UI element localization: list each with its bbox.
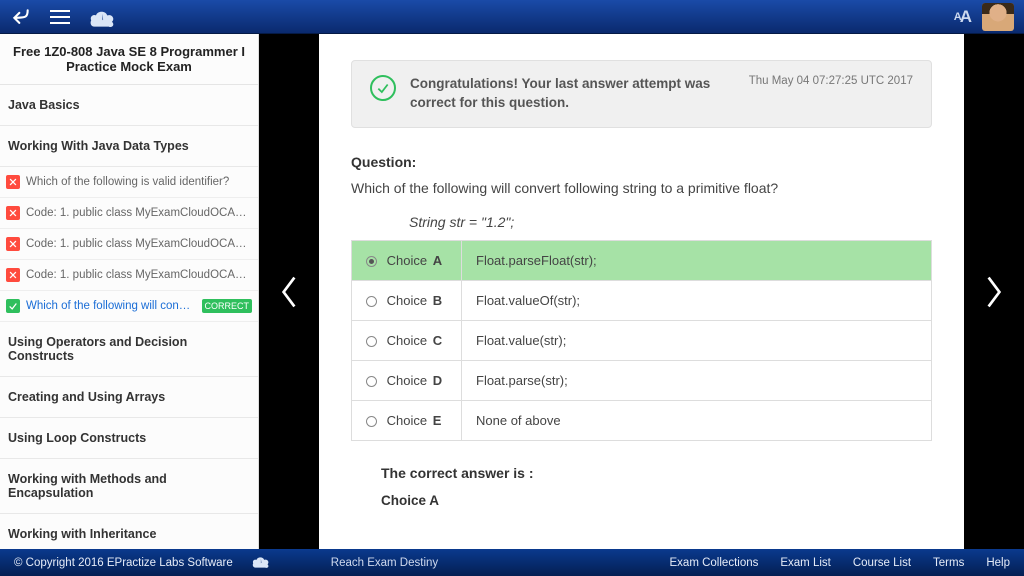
sidebar-question-item[interactable]: Code: 1. public class MyExamCloudOCAJP8 … xyxy=(0,229,258,260)
prev-arrow[interactable] xyxy=(259,34,319,549)
back-icon[interactable] xyxy=(10,7,32,27)
check-icon xyxy=(6,299,20,313)
footer-slogan: Reach Exam Destiny xyxy=(331,557,438,569)
choice-row[interactable]: Choice DFloat.parse(str); xyxy=(352,360,932,400)
exam-title: Free 1Z0-808 Java SE 8 Programmer I Prac… xyxy=(0,34,258,85)
content-panel[interactable]: Congratulations! Your last answer attemp… xyxy=(319,34,964,549)
choice-label-cell: Choice A xyxy=(352,240,462,280)
x-icon xyxy=(6,206,20,220)
content-stage: Congratulations! Your last answer attemp… xyxy=(259,34,1024,549)
choice-text-cell: Float.valueOf(str); xyxy=(462,280,932,320)
choice-label-cell: Choice D xyxy=(352,360,462,400)
footer-link[interactable]: Exam List xyxy=(780,557,831,569)
question-label: Question: xyxy=(351,154,932,170)
radio-icon[interactable] xyxy=(366,296,377,307)
choice-label-cell: Choice C xyxy=(352,320,462,360)
result-message: Congratulations! Your last answer attemp… xyxy=(410,75,735,113)
footer-link[interactable]: Terms xyxy=(933,557,964,569)
correct-badge: CORRECT xyxy=(202,299,253,313)
choice-text-cell: Float.value(str); xyxy=(462,320,932,360)
footer-logo-icon xyxy=(251,552,273,573)
font-size-icon[interactable]: AA xyxy=(954,7,970,27)
footer-left: © Copyright 2016 EPractize Labs Software… xyxy=(14,552,438,573)
choice-text-cell: Float.parseFloat(str); xyxy=(462,240,932,280)
x-icon xyxy=(6,268,20,282)
topbar: AA xyxy=(0,0,1024,34)
result-banner: Congratulations! Your last answer attemp… xyxy=(351,60,932,128)
sidebar-topic[interactable]: Using Operators and Decision Constructs xyxy=(0,322,258,377)
footer-link[interactable]: Exam Collections xyxy=(670,557,759,569)
radio-icon[interactable] xyxy=(366,336,377,347)
choice-text-cell: Float.parse(str); xyxy=(462,360,932,400)
choice-text-cell: None of above xyxy=(462,400,932,440)
topbar-right: AA xyxy=(954,3,1014,31)
sidebar-question-item[interactable]: Which of the following will convert foll… xyxy=(0,291,258,322)
brand-logo-icon[interactable] xyxy=(88,4,120,30)
x-icon xyxy=(6,237,20,251)
next-arrow[interactable] xyxy=(964,34,1024,549)
main-area: Free 1Z0-808 Java SE 8 Programmer I Prac… xyxy=(0,34,1024,549)
check-circle-icon xyxy=(370,75,396,101)
x-icon xyxy=(6,175,20,189)
footer-link[interactable]: Help xyxy=(986,557,1010,569)
sidebar-topic[interactable]: Working with Inheritance xyxy=(0,514,258,549)
footer-links: Exam Collections Exam List Course List Term… xyxy=(670,557,1010,569)
radio-icon[interactable] xyxy=(366,416,377,427)
answer-label: The correct answer is : xyxy=(381,465,932,481)
topbar-left xyxy=(10,4,120,30)
sidebar-question-text: Code: 1. public class MyExamCloudOCAJP8 … xyxy=(26,207,252,219)
sidebar-topic[interactable]: Working with Methods and Encapsulation xyxy=(0,459,258,514)
sidebar[interactable]: Free 1Z0-808 Java SE 8 Programmer I Prac… xyxy=(0,34,259,549)
choice-table: Choice AFloat.parseFloat(str); Choice BF… xyxy=(351,240,932,441)
answer-value: Choice A xyxy=(381,493,932,508)
choice-label-cell: Choice E xyxy=(352,400,462,440)
radio-icon[interactable] xyxy=(366,376,377,387)
choice-row[interactable]: Choice ENone of above xyxy=(352,400,932,440)
footer-copyright: © Copyright 2016 EPractize Labs Software xyxy=(14,557,233,569)
avatar[interactable] xyxy=(982,3,1014,31)
question-text: Which of the following will convert foll… xyxy=(351,180,932,196)
choice-row[interactable]: Choice AFloat.parseFloat(str); xyxy=(352,240,932,280)
footer-link[interactable]: Course List xyxy=(853,557,911,569)
question-code: String str = "1.2"; xyxy=(409,214,932,230)
radio-icon[interactable] xyxy=(366,256,377,267)
sidebar-question-item[interactable]: Which of the following is valid identifi… xyxy=(0,167,258,198)
sidebar-question-text: Which of the following will convert foll… xyxy=(26,300,196,312)
result-timestamp: Thu May 04 07:27:25 UTC 2017 xyxy=(749,75,913,87)
sidebar-question-text: Code: 1. public class MyExamCloudOCAJP8 … xyxy=(26,238,252,250)
sidebar-question-item[interactable]: Code: 1. public class MyExamCloudOCAJP8 … xyxy=(0,198,258,229)
sidebar-topic[interactable]: Java Basics xyxy=(0,85,258,126)
footer: © Copyright 2016 EPractize Labs Software… xyxy=(0,549,1024,576)
choice-row[interactable]: Choice BFloat.valueOf(str); xyxy=(352,280,932,320)
sidebar-topic[interactable]: Using Loop Constructs xyxy=(0,418,258,459)
sidebar-question-text: Which of the following is valid identifi… xyxy=(26,176,229,188)
sidebar-topic[interactable]: Working With Java Data Types xyxy=(0,126,258,167)
choice-label-cell: Choice B xyxy=(352,280,462,320)
sidebar-question-text: Code: 1. public class MyExamCloudOCAJP8{… xyxy=(26,269,252,281)
menu-icon[interactable] xyxy=(50,10,70,24)
choice-row[interactable]: Choice CFloat.value(str); xyxy=(352,320,932,360)
sidebar-question-item[interactable]: Code: 1. public class MyExamCloudOCAJP8{… xyxy=(0,260,258,291)
font-big-a: A xyxy=(960,7,970,27)
sidebar-topic[interactable]: Creating and Using Arrays xyxy=(0,377,258,418)
